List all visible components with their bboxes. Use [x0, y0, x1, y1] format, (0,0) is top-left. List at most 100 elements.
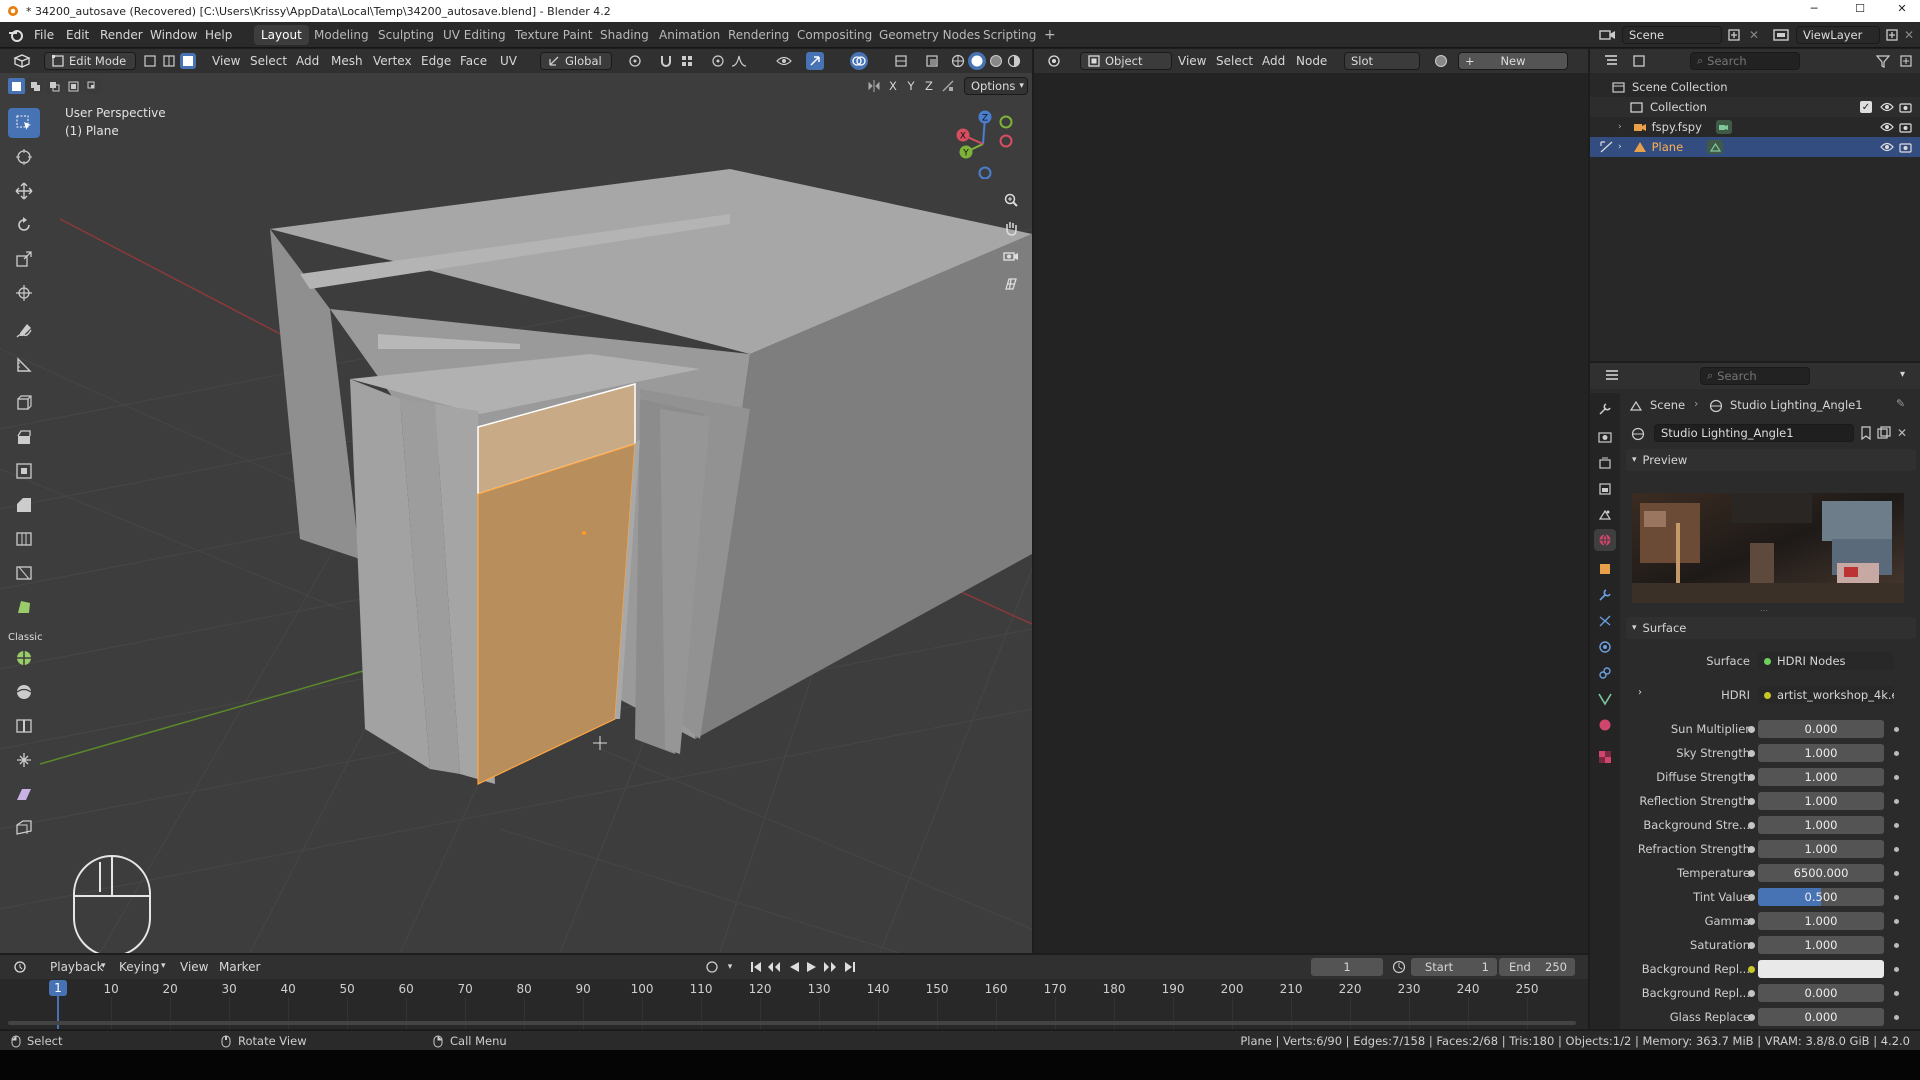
- slot-selector[interactable]: Slot: [1344, 52, 1420, 70]
- world-name-field[interactable]: Studio Lighting_Angle1: [1654, 424, 1854, 442]
- mirror-z-toggle[interactable]: Z: [922, 79, 936, 93]
- menu-edit[interactable]: Edit: [66, 22, 89, 48]
- modifier-tab-icon[interactable]: [1597, 587, 1613, 603]
- node-menu-select[interactable]: Select: [1216, 48, 1253, 74]
- view-layer-tab-icon[interactable]: [1597, 481, 1613, 497]
- keying-set-icon[interactable]: ▾: [722, 959, 738, 975]
- keyframe-dot[interactable]: [1894, 919, 1899, 924]
- snap-target-icon[interactable]: [676, 53, 698, 69]
- param-value-field[interactable]: 0.000: [1758, 1008, 1884, 1026]
- particles-tab-icon[interactable]: [1597, 613, 1613, 629]
- tab-rendering[interactable]: Rendering: [721, 25, 796, 45]
- shading-wireframe-icon[interactable]: [950, 53, 966, 69]
- keyframe-dot[interactable]: [1894, 847, 1899, 852]
- tool-measure[interactable]: [8, 350, 40, 380]
- camera-view-icon[interactable]: [1000, 245, 1022, 267]
- param-value-field[interactable]: 1.000: [1758, 768, 1884, 786]
- filter-icon[interactable]: [1872, 53, 1894, 69]
- orientation-selector[interactable]: Global: [540, 52, 612, 70]
- pivot-icon[interactable]: [620, 53, 650, 69]
- play-icon[interactable]: [804, 959, 820, 975]
- tool-tab-icon[interactable]: [1597, 401, 1613, 417]
- vp-menu-edge[interactable]: Edge: [421, 49, 451, 74]
- tool-edge-slide[interactable]: [8, 711, 40, 741]
- vp-menu-vertex[interactable]: Vertex: [373, 49, 412, 74]
- exclude-checkbox[interactable]: ✓: [1860, 101, 1872, 113]
- tool-poly-build[interactable]: [8, 592, 40, 622]
- param-value-field[interactable]: 1.000: [1758, 744, 1884, 762]
- hdri-image-selector[interactable]: artist_workshop_4k.exr...: [1758, 686, 1894, 704]
- orthographic-grid-icon[interactable]: [1000, 273, 1022, 295]
- keyframe-dot[interactable]: [1894, 895, 1899, 900]
- keyframe-dot[interactable]: [1894, 799, 1899, 804]
- close-button[interactable]: ✕: [1892, 2, 1912, 15]
- outliner-type-icon[interactable]: [1600, 53, 1622, 69]
- proportional-edit-icon[interactable]: [710, 53, 726, 69]
- frame-ruler[interactable]: 10 20 30 40 50 60 70 80 90 100 110 120 130 140 150 160 1…: [0, 979, 1588, 1029]
- visibility-eye-icon[interactable]: [1880, 122, 1894, 132]
- material-browse-icon[interactable]: [1430, 53, 1454, 69]
- keyframe-dot[interactable]: [1894, 751, 1899, 756]
- end-frame-field[interactable]: End 250: [1499, 958, 1575, 976]
- vp-menu-uv[interactable]: UV: [500, 49, 517, 74]
- view-layer-selector[interactable]: ViewLayer: [1796, 26, 1880, 44]
- select-intersect-icon[interactable]: [84, 78, 101, 94]
- constraints-tab-icon[interactable]: [1597, 665, 1613, 681]
- shading-solid-icon[interactable]: [968, 52, 986, 70]
- add-workspace-button[interactable]: +: [1037, 25, 1063, 45]
- param-value-field[interactable]: 1.000: [1758, 792, 1884, 810]
- keyframe-dot[interactable]: [1894, 1015, 1899, 1020]
- remove-view-layer-icon[interactable]: ✕: [1902, 27, 1916, 43]
- tab-geometry-nodes[interactable]: Geometry Nodes: [872, 25, 987, 45]
- jump-keyframe-back-icon[interactable]: [766, 959, 782, 975]
- param-value-field[interactable]: 1.000: [1758, 936, 1884, 954]
- mirror-x-toggle[interactable]: X: [886, 79, 900, 93]
- tab-shading[interactable]: Shading: [593, 25, 656, 45]
- tool-transform[interactable]: [8, 278, 40, 308]
- node-object-selector[interactable]: Object: [1080, 52, 1172, 70]
- select-extend-icon[interactable]: [27, 78, 44, 94]
- overlays-icon[interactable]: [850, 52, 868, 70]
- keyframe-dot[interactable]: [1894, 727, 1899, 732]
- keyframe-dot[interactable]: [1894, 943, 1899, 948]
- properties-options-arrow[interactable]: ▾: [1900, 369, 1905, 380]
- tool-annotate[interactable]: [8, 316, 40, 346]
- preview-panel-header[interactable]: ▾ Preview: [1626, 449, 1916, 471]
- tab-animation[interactable]: Animation: [652, 25, 727, 45]
- menu-file[interactable]: File: [34, 22, 54, 48]
- remove-scene-icon[interactable]: ✕: [1746, 27, 1762, 43]
- outliner-search[interactable]: ⌕ Search: [1690, 52, 1800, 70]
- mesh-edit-overlays-icon[interactable]: [890, 53, 912, 69]
- tool-rip[interactable]: [8, 813, 40, 843]
- tool-bevel[interactable]: [8, 490, 40, 520]
- data-tab-icon[interactable]: [1597, 691, 1613, 707]
- tool-scale[interactable]: [8, 244, 40, 274]
- param-value-field[interactable]: 6500.000: [1758, 864, 1884, 882]
- outliner-row-plane[interactable]: › Plane: [1590, 137, 1920, 157]
- jump-end-icon[interactable]: [842, 959, 858, 975]
- param-value-field[interactable]: 0.500: [1758, 888, 1884, 906]
- shader-node-editor[interactable]: Object View Select Add Node Slot + New: [1034, 49, 1588, 953]
- editor-type-icon[interactable]: [10, 53, 34, 69]
- texture-tab-icon[interactable]: [1597, 749, 1613, 765]
- pin-icon[interactable]: ✎: [1896, 397, 1905, 410]
- menu-timeline-view[interactable]: View: [180, 954, 208, 980]
- auto-key-record-icon[interactable]: [704, 959, 720, 975]
- auto-merge-icon[interactable]: [940, 78, 956, 94]
- unlink-world-icon[interactable]: ✕: [1894, 425, 1910, 441]
- tool-loop-cut[interactable]: [8, 524, 40, 554]
- world-browse-icon[interactable]: [1628, 425, 1652, 443]
- render-camera-icon[interactable]: [1898, 102, 1912, 113]
- shading-material-icon[interactable]: [988, 53, 1004, 69]
- tool-cursor[interactable]: [8, 142, 40, 172]
- properties-search[interactable]: ⌕ Search: [1700, 367, 1810, 385]
- tab-scripting[interactable]: Scripting: [976, 25, 1043, 45]
- expand-arrow-icon[interactable]: ›: [1618, 142, 1622, 152]
- tool-knife[interactable]: [8, 558, 40, 588]
- vp-menu-face[interactable]: Face: [460, 49, 487, 74]
- gizmo-toggle-icon[interactable]: [806, 52, 824, 70]
- scene-icon[interactable]: [1597, 27, 1619, 43]
- keyframe-dot[interactable]: [1894, 871, 1899, 876]
- tool-select-box[interactable]: [8, 108, 40, 138]
- surface-panel-header[interactable]: ▾ Surface: [1626, 617, 1916, 639]
